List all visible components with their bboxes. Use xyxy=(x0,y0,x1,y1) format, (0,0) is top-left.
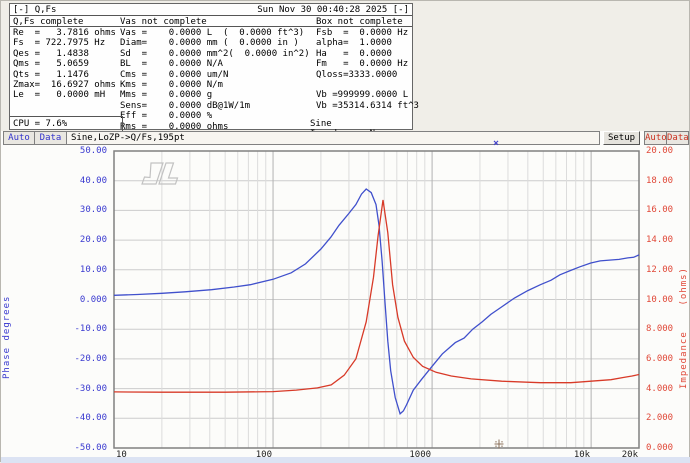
y-right-tick: 18.00 xyxy=(646,176,690,186)
curves xyxy=(114,189,639,414)
y-left-tick: -40.00 xyxy=(19,413,107,423)
y-left-tick: 30.00 xyxy=(19,205,107,215)
cursor-marker-bottom[interactable] xyxy=(495,440,504,449)
cpu-box-divider-v xyxy=(122,116,123,131)
y-left-tick: -30.00 xyxy=(19,384,107,394)
cpu-box-divider xyxy=(10,116,122,117)
minimize-button-left[interactable]: [-] xyxy=(13,5,29,15)
gridlines xyxy=(114,151,639,448)
y-left-tick: 50.00 xyxy=(19,146,107,156)
box-parameters: Fsb = 0.0000 Hz alpha= 1.0000 Ha = 0.000… xyxy=(316,28,419,111)
vas-parameters: Vas = 0.0000 L ( 0.0000 ft^3) Diam= 0.00… xyxy=(120,28,310,132)
minimize-button-right[interactable]: [-] xyxy=(393,5,409,15)
curve-phase xyxy=(114,189,639,414)
panel-title: [-] Q,Fs xyxy=(13,5,56,15)
section-qfs: Q,Fs complete xyxy=(13,17,83,27)
panel-titlebar: [-] Q,Fs Sun Nov 30 00:40:28 2025 [-] xyxy=(10,4,412,16)
y-right-tick: 20.00 xyxy=(646,146,690,156)
curve-impedance xyxy=(114,200,639,392)
y-left-tick: 10.00 xyxy=(19,265,107,275)
panel-datetime: Sun Nov 30 00:40:28 2025 [-] xyxy=(257,5,409,15)
y-left-tick: 20.00 xyxy=(19,235,107,245)
section-box: Box not complete xyxy=(316,17,403,27)
left-axis-title: Phase degrees xyxy=(2,229,13,379)
y-left-tick: -20.00 xyxy=(19,354,107,364)
parameter-panel: [-] Q,Fs Sun Nov 30 00:40:28 2025 [-] Q,… xyxy=(9,3,413,130)
y-left-tick: -10.00 xyxy=(19,324,107,334)
lms-analyzer-window: { "panel": { "min_left": "[-]", "title":… xyxy=(0,0,690,462)
y-left-tick: 0.000 xyxy=(19,295,107,305)
y-right-tick: 16.00 xyxy=(646,205,690,215)
y-right-tick: 2.000 xyxy=(646,413,690,423)
y-right-tick: 0.000 xyxy=(646,443,690,453)
bottom-strip xyxy=(1,457,690,463)
section-vas: Vas not complete xyxy=(120,17,207,27)
section-header-row: Q,Fs complete Vas not complete Box not c… xyxy=(10,16,412,27)
qfs-parameters: Re = 3.7816 ohms Fs = 722.7975 Hz Qes = … xyxy=(13,28,116,101)
y-left-tick: 40.00 xyxy=(19,176,107,186)
cpu-usage: CPU = 7.6% xyxy=(13,119,67,129)
y-left-tick: -50.00 xyxy=(19,443,107,453)
right-axis-title: Impedance (ohms) xyxy=(679,219,690,389)
